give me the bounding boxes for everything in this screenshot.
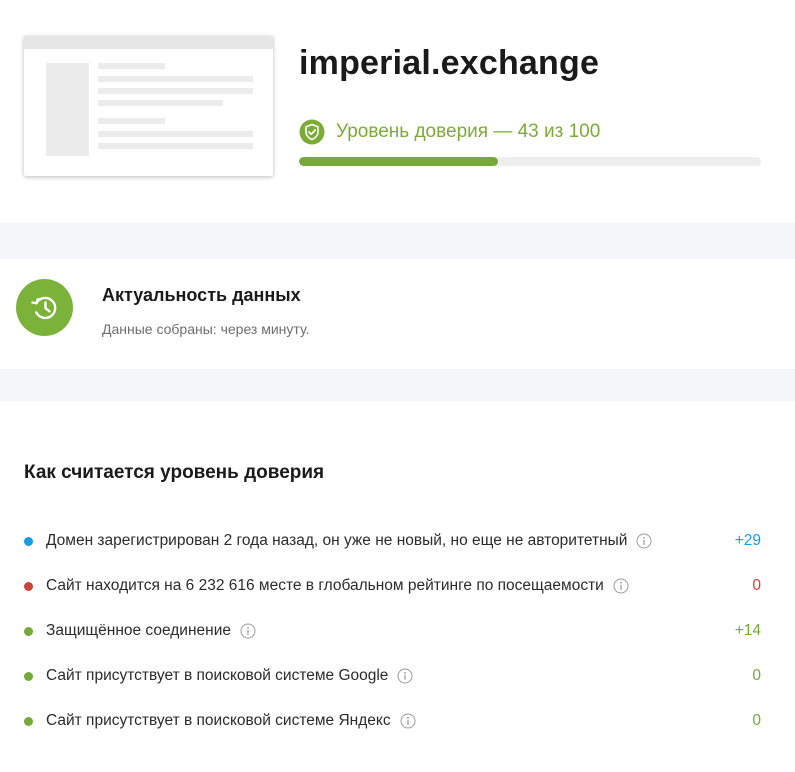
thumbnail-line <box>98 143 253 149</box>
clock-history-icon <box>16 279 73 336</box>
thumbnail-line <box>98 76 253 82</box>
trust-factor-label: Сайт находится на 6 232 616 месте в глоб… <box>46 577 604 594</box>
page: imperial.exchange Уровень доверия — 43 и… <box>0 0 795 772</box>
thumbnail-sidebar <box>46 63 89 156</box>
thumbnail-line <box>98 131 253 137</box>
trust-factor-label: Сайт присутствует в поисковой системе Ян… <box>46 712 391 729</box>
status-dot <box>24 581 33 591</box>
trust-factor-score: +29 <box>734 532 761 549</box>
info-icon[interactable] <box>397 668 413 684</box>
trust-factor-row: Домен зарегистрирован 2 года назад, он у… <box>24 529 761 553</box>
section-divider <box>0 369 795 402</box>
trust-factor-score: 0 <box>752 577 761 594</box>
trust-progress-bar <box>299 157 761 166</box>
status-dot <box>24 536 33 546</box>
info-icon[interactable] <box>400 713 416 729</box>
thumbnail-top-bar <box>24 36 273 49</box>
data-freshness-section: Актуальность данных Данные собраны: чере… <box>0 259 795 369</box>
trust-factor-row: Сайт находится на 6 232 616 месте в глоб… <box>24 574 761 598</box>
shield-check-icon <box>299 119 325 145</box>
trust-progress-fill <box>299 157 498 166</box>
trust-factors-title: Как считается уровень доверия <box>24 462 325 483</box>
site-title: imperial.exchange <box>299 44 600 82</box>
trust-factor-row: Сайт присутствует в поисковой системе Ян… <box>24 709 761 733</box>
trust-factor-label: Сайт присутствует в поисковой системе Go… <box>46 667 389 684</box>
trust-level-text: Уровень доверия — 43 из 100 <box>336 121 601 142</box>
thumbnail-line <box>98 100 223 106</box>
trust-factor-label: Домен зарегистрирован 2 года назад, он у… <box>46 532 628 549</box>
trust-factor-score: 0 <box>752 712 761 729</box>
thumbnail-line <box>98 63 165 69</box>
info-icon[interactable] <box>613 578 629 594</box>
site-header: imperial.exchange Уровень доверия — 43 и… <box>0 0 795 222</box>
info-icon[interactable] <box>240 623 256 639</box>
trust-factor-row: Сайт присутствует в поисковой системе Go… <box>24 664 761 688</box>
trust-factor-score: +14 <box>734 622 761 639</box>
thumbnail-line <box>98 118 165 124</box>
status-dot <box>24 671 33 681</box>
status-dot <box>24 716 33 726</box>
freshness-title: Актуальность данных <box>102 285 301 305</box>
info-icon[interactable] <box>636 533 652 549</box>
trust-factor-row: Защищённое соединение +14 <box>24 619 761 643</box>
freshness-subtitle: Данные собраны: через минуту. <box>102 321 310 337</box>
trust-level-row: Уровень доверия — 43 из 100 <box>299 119 600 145</box>
thumbnail-line <box>98 88 253 94</box>
site-screenshot-thumbnail[interactable] <box>24 36 273 176</box>
trust-factors-section: Как считается уровень доверия Домен заре… <box>0 402 795 772</box>
trust-factor-score: 0 <box>752 667 761 684</box>
trust-factor-label: Защищённое соединение <box>46 622 231 639</box>
section-divider <box>0 222 795 259</box>
status-dot <box>24 626 33 636</box>
